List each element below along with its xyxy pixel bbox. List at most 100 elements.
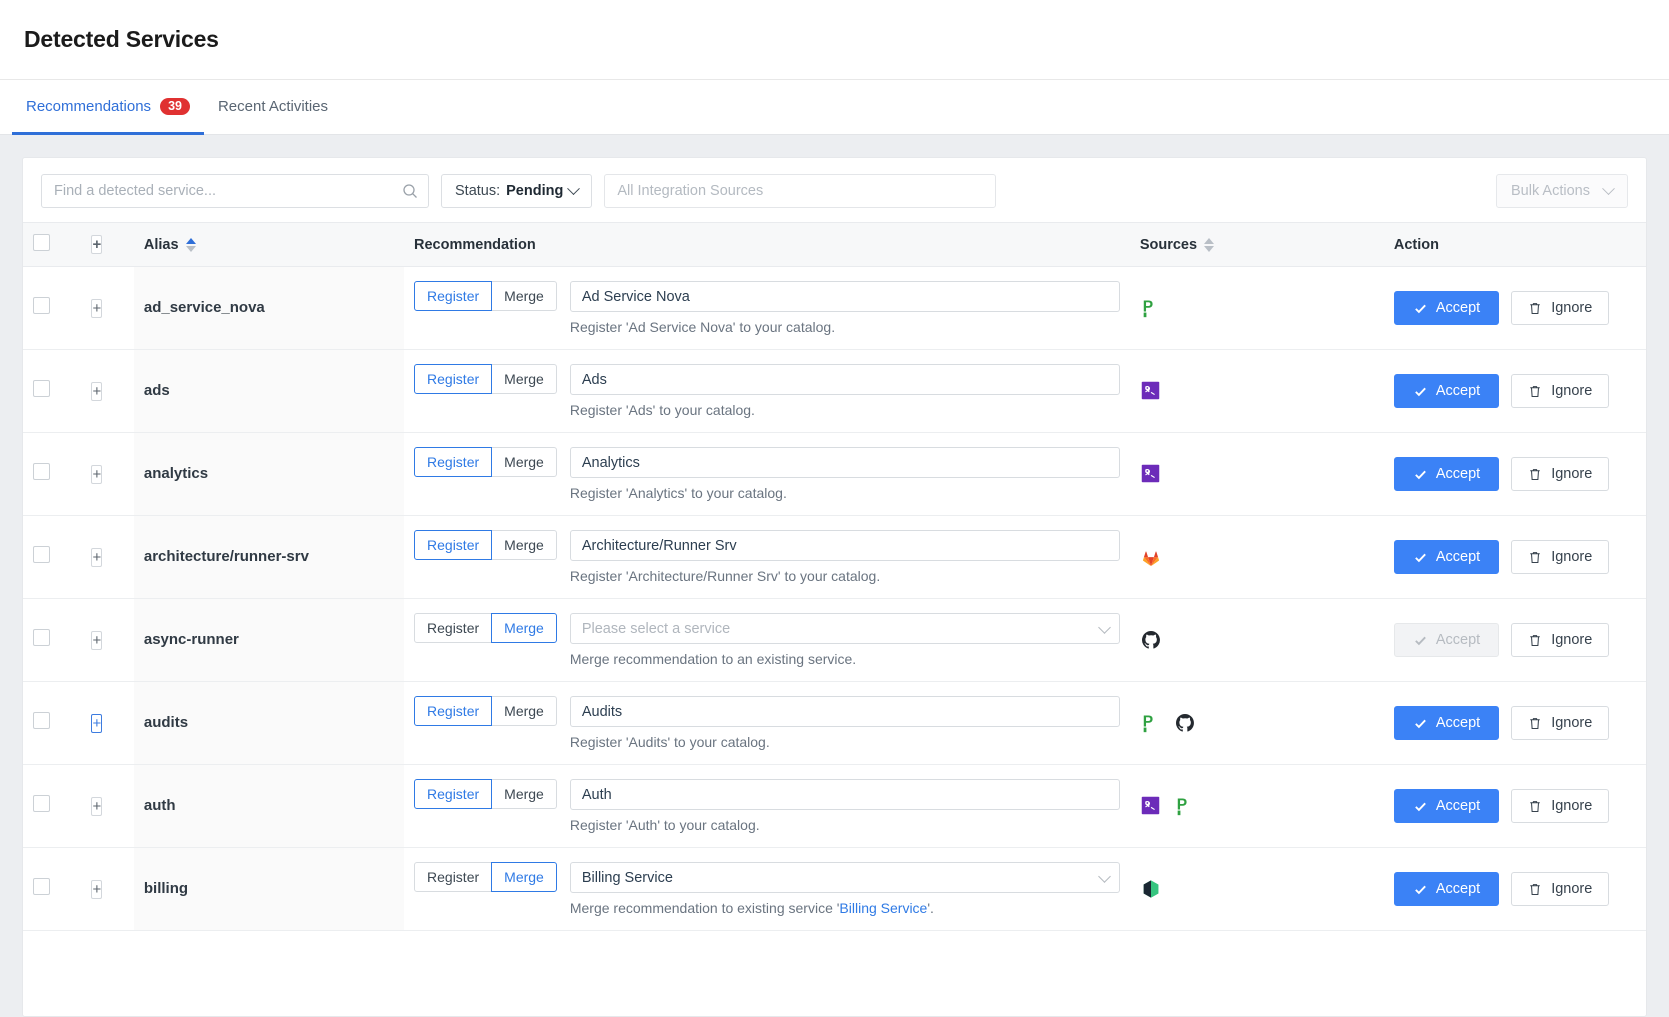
search-input[interactable]: [41, 174, 429, 208]
ignore-button[interactable]: Ignore: [1511, 540, 1610, 574]
service-name-input[interactable]: [569, 530, 1120, 561]
accept-button: Accept: [1393, 623, 1500, 657]
service-name-input[interactable]: [569, 447, 1120, 478]
accept-button[interactable]: Accept: [1393, 374, 1500, 408]
row-alias-cell: billing: [133, 847, 405, 931]
row-checkbox[interactable]: [33, 546, 50, 563]
tab-recent-activities[interactable]: Recent Activities: [204, 81, 342, 135]
mode-toggle-group: Register Merge: [414, 530, 557, 560]
merge-service-select[interactable]: Billing Service: [569, 862, 1120, 893]
register-mode-button[interactable]: Register: [414, 696, 493, 726]
recommendation-field: Please select a service Merge recommendat…: [569, 613, 1120, 667]
header-sources[interactable]: Sources: [1129, 222, 1384, 267]
select-all-checkbox[interactable]: [33, 234, 50, 251]
merge-mode-button[interactable]: Merge: [491, 281, 557, 311]
service-name-input[interactable]: [569, 696, 1120, 727]
merge-mode-button[interactable]: Merge: [491, 696, 557, 726]
existing-service-link[interactable]: Billing Service: [839, 900, 927, 916]
merge-service-select[interactable]: Please select a service: [569, 613, 1120, 644]
mode-toggle-group: Register Merge: [414, 613, 557, 643]
row-expand-button[interactable]: +: [91, 464, 103, 484]
detected-services-table: + Alias Recommendation Sources Action + …: [23, 222, 1646, 931]
ignore-button-label: Ignore: [1551, 466, 1593, 482]
row-recommendation-cell: Register Merge Billing Service Merge recomm…: [404, 847, 1130, 931]
register-mode-button[interactable]: Register: [414, 779, 493, 809]
register-mode-button[interactable]: Register: [414, 530, 493, 560]
row-expand-cell: +: [81, 515, 134, 599]
row-select-cell: [23, 515, 82, 599]
ignore-button[interactable]: Ignore: [1511, 789, 1610, 823]
recommendation-help: Register 'Ads' to your catalog.: [570, 402, 1120, 418]
register-mode-button[interactable]: Register: [414, 613, 493, 643]
accept-button[interactable]: Accept: [1393, 706, 1500, 740]
register-mode-button[interactable]: Register: [414, 364, 493, 394]
merge-mode-button[interactable]: Merge: [491, 862, 557, 892]
mode-toggle-group: Register Merge: [414, 281, 557, 311]
row-expand-button[interactable]: +: [91, 879, 103, 899]
row-expand-button[interactable]: +: [91, 298, 103, 318]
accept-button-label: Accept: [1435, 383, 1481, 399]
expand-all-button[interactable]: +: [91, 235, 103, 254]
row-expand-button[interactable]: +: [91, 796, 103, 816]
row-checkbox[interactable]: [33, 380, 50, 397]
merge-mode-button[interactable]: Merge: [491, 779, 557, 809]
content-area: Status: Pending All Integration Sources …: [0, 135, 1669, 1017]
merge-mode-button[interactable]: Merge: [491, 530, 557, 560]
tab-recent-activities-label: Recent Activities: [217, 98, 329, 115]
row-checkbox[interactable]: [33, 463, 50, 480]
merge-mode-button[interactable]: Merge: [491, 613, 557, 643]
accept-button[interactable]: Accept: [1393, 789, 1500, 823]
accept-button[interactable]: Accept: [1393, 872, 1500, 906]
ignore-button[interactable]: Ignore: [1511, 872, 1610, 906]
sort-alias-icon[interactable]: [185, 237, 196, 252]
mode-toggle-group: Register Merge: [414, 862, 557, 892]
row-expand-button[interactable]: +: [91, 713, 103, 733]
ignore-button[interactable]: Ignore: [1511, 291, 1610, 325]
status-filter-dropdown[interactable]: Status: Pending: [441, 174, 593, 208]
row-alias-cell: architecture/runner-srv: [133, 515, 405, 599]
row-checkbox[interactable]: [33, 878, 50, 895]
register-mode-button[interactable]: Register: [414, 862, 493, 892]
ignore-button-label: Ignore: [1551, 549, 1593, 565]
row-expand-button[interactable]: +: [91, 381, 103, 401]
tab-recommendations[interactable]: Recommendations 39: [12, 81, 204, 135]
service-name-input[interactable]: [569, 779, 1120, 810]
ignore-button[interactable]: Ignore: [1511, 706, 1610, 740]
integration-sources-filter[interactable]: All Integration Sources: [604, 174, 997, 208]
service-name-input[interactable]: [569, 281, 1120, 312]
accept-button[interactable]: Accept: [1393, 540, 1500, 574]
row-sources-cell: [1129, 598, 1384, 682]
row-select-cell: [23, 598, 82, 682]
register-mode-button[interactable]: Register: [414, 447, 493, 477]
row-action-cell: Accept Ignore: [1383, 515, 1646, 599]
accept-button[interactable]: Accept: [1393, 457, 1500, 491]
ignore-button[interactable]: Ignore: [1511, 374, 1610, 408]
merge-mode-button[interactable]: Merge: [491, 364, 557, 394]
row-expand-button[interactable]: +: [91, 630, 103, 650]
recommendation-field: Register 'Ads' to your catalog.: [569, 364, 1120, 418]
prometheus-icon: P: [1140, 712, 1162, 734]
search-box: [41, 174, 429, 208]
ignore-button[interactable]: Ignore: [1511, 623, 1610, 657]
recommendation-help: Merge recommendation to existing service…: [570, 900, 1120, 916]
accept-button[interactable]: Accept: [1393, 291, 1500, 325]
row-checkbox[interactable]: [33, 712, 50, 729]
row-checkbox[interactable]: [33, 795, 50, 812]
register-mode-button[interactable]: Register: [414, 281, 493, 311]
table-row: + audits RegisterMerge Register 'Audits' to…: [23, 681, 1646, 765]
row-sources-cell: [1129, 349, 1384, 433]
row-checkbox[interactable]: [33, 629, 50, 646]
merge-mode-button[interactable]: Merge: [491, 447, 557, 477]
integration-sources-placeholder: All Integration Sources: [617, 183, 764, 199]
service-name-input[interactable]: [569, 364, 1120, 395]
header-alias[interactable]: Alias: [133, 222, 405, 267]
filter-toolbar: Status: Pending All Integration Sources …: [23, 158, 1646, 222]
services-card: Status: Pending All Integration Sources …: [22, 157, 1647, 1017]
row-expand-button[interactable]: +: [91, 547, 103, 567]
header-recommendation-label: Recommendation: [414, 236, 536, 253]
ignore-button[interactable]: Ignore: [1511, 457, 1610, 491]
bulk-actions-button[interactable]: Bulk Actions: [1496, 174, 1628, 208]
row-checkbox[interactable]: [33, 297, 50, 314]
sort-sources-icon[interactable]: [1204, 237, 1215, 252]
row-alias-label: billing: [143, 880, 189, 897]
